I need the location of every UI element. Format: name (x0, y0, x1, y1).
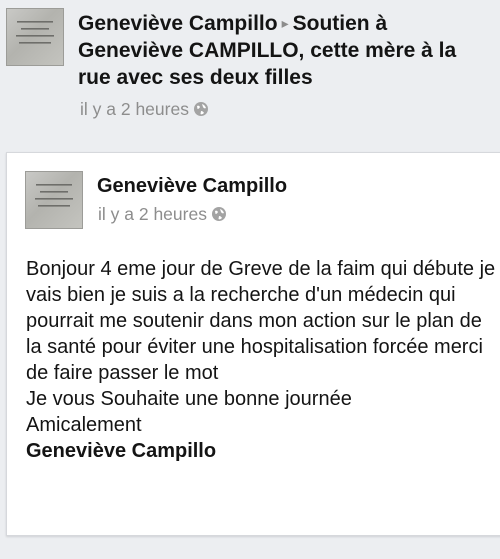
author-avatar[interactable] (6, 8, 64, 66)
timestamp[interactable]: il y a 2 heures (98, 204, 207, 224)
post-card: Geneviève Campillo il y a 2 heures Bonjo… (6, 152, 500, 536)
globe-icon (211, 206, 227, 227)
post-body: Bonjour 4 eme jour de Greve de la faim q… (26, 256, 498, 464)
message-paragraph: Je vous Souhaite une bonne journée (26, 388, 352, 410)
share-arrow-icon: ▸ (281, 15, 289, 31)
author-name[interactable]: Geneviève Campillo (97, 175, 287, 198)
post-meta: il y a 2 heures (98, 204, 227, 227)
author-avatar[interactable] (25, 171, 83, 229)
post-meta: il y a 2 heures (80, 99, 209, 122)
post-title: Geneviève Campillo ▸ Soutien à Geneviève C… (78, 10, 494, 91)
globe-icon (193, 101, 209, 122)
signature: Geneviève Campillo (26, 440, 217, 462)
message-paragraph: Amicalement (26, 414, 142, 436)
timestamp[interactable]: il y a 2 heures (80, 99, 189, 119)
message-paragraph: Bonjour 4 eme jour de Greve de la faim q… (26, 258, 496, 384)
author-name-link[interactable]: Geneviève Campillo (78, 12, 278, 35)
shared-post-header: Geneviève Campillo ▸ Soutien à Geneviève C… (0, 0, 500, 140)
